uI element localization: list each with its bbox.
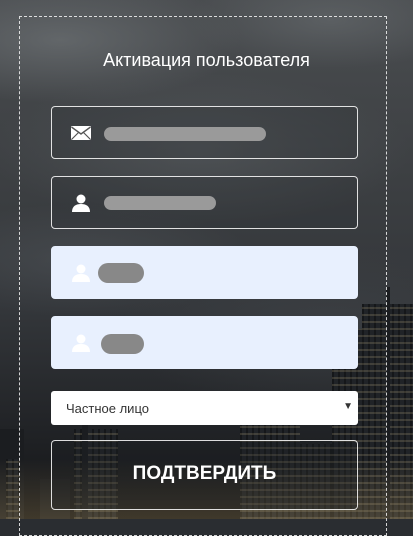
email-field[interactable] bbox=[51, 106, 358, 159]
redacted-value bbox=[98, 263, 144, 283]
redacted-value bbox=[104, 196, 216, 210]
user-icon bbox=[72, 194, 90, 212]
submit-button-label: ПОДТВЕРДИТЬ bbox=[132, 463, 277, 484]
redacted-value bbox=[101, 334, 144, 354]
select-value: Частное лицо bbox=[66, 401, 149, 416]
chevron-down-icon: ▼ bbox=[343, 401, 353, 412]
name-field[interactable] bbox=[51, 176, 358, 229]
password-field[interactable] bbox=[51, 246, 358, 299]
envelope-icon bbox=[71, 126, 91, 140]
account-type-select[interactable]: Частное лицо ▼ bbox=[51, 391, 358, 425]
form-title: Активация пользователя bbox=[103, 50, 310, 70]
submit-button[interactable]: ПОДТВЕРДИТЬ bbox=[51, 440, 358, 510]
redacted-value bbox=[104, 127, 266, 141]
user-icon bbox=[72, 334, 90, 352]
confirm-password-field[interactable] bbox=[51, 316, 358, 369]
user-icon bbox=[72, 264, 90, 282]
